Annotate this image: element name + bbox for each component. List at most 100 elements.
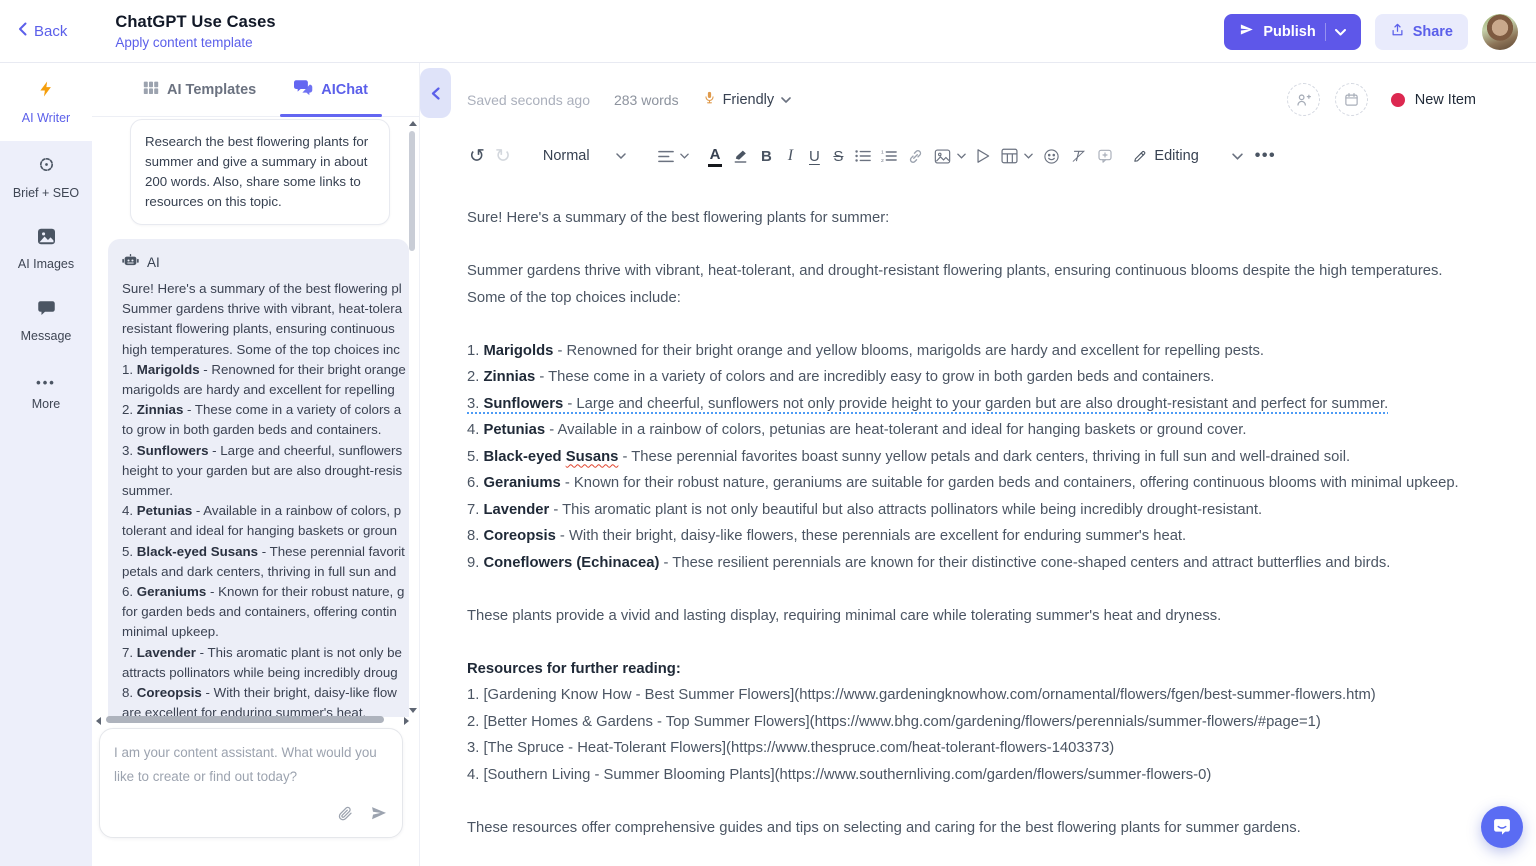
- svg-text:2: 2: [881, 158, 884, 163]
- scroll-thumb[interactable]: [409, 131, 415, 251]
- editor-gap: [467, 311, 1466, 338]
- input-actions: [337, 804, 388, 827]
- rail-item-brief-seo[interactable]: Brief + SEO: [0, 141, 92, 213]
- tab-label: AI Templates: [167, 82, 256, 98]
- scroll-left-arrow[interactable]: [96, 717, 101, 725]
- support-chat-button[interactable]: [1481, 806, 1523, 848]
- share-button[interactable]: Share: [1375, 14, 1468, 50]
- emoji-button[interactable]: [1038, 141, 1065, 171]
- italic-button[interactable]: I: [778, 141, 802, 171]
- user-avatar[interactable]: [1482, 14, 1518, 50]
- table-dropdown[interactable]: [996, 141, 1038, 171]
- chat-line: height to your garden but are also droug…: [108, 461, 409, 481]
- chat-horizontal-scrollbar[interactable]: [96, 715, 409, 725]
- toolbar-more-button[interactable]: •••: [1250, 141, 1281, 171]
- chat-line: 3. Sunflowers - Large and cheerful, sunf…: [108, 441, 409, 461]
- rail-item-ai-images[interactable]: AI Images: [0, 213, 92, 285]
- ai-message-lines: Sure! Here's a summary of the best flowe…: [108, 279, 409, 717]
- comment-button[interactable]: [1092, 141, 1118, 171]
- share-icon: [1390, 22, 1405, 42]
- numbered-list-button[interactable]: 12: [876, 141, 902, 171]
- tab-ai-chat[interactable]: AIChat: [294, 63, 368, 117]
- rail-item-ai-writer[interactable]: AI Writer: [0, 63, 92, 141]
- chevron-down-icon: [1024, 153, 1033, 159]
- left-nav-rail: AI Writer Brief + SEO AI Images Message …: [0, 63, 92, 866]
- mode-chevron[interactable]: [1226, 141, 1250, 171]
- chat-line: high temperatures. Some of the top choic…: [108, 340, 409, 360]
- rail-item-message[interactable]: Message: [0, 285, 92, 357]
- bullet-list-icon: [855, 149, 871, 163]
- chat-line: petals and dark centers, thriving in ful…: [108, 562, 409, 582]
- editing-mode-label: Editing: [1154, 148, 1198, 164]
- rail-item-more[interactable]: ••• More: [0, 357, 92, 429]
- editor-line: 9. Coneflowers (Echinacea) - These resil…: [467, 550, 1466, 577]
- send-icon[interactable]: [369, 804, 388, 827]
- apply-content-template-link[interactable]: Apply content template: [115, 35, 275, 50]
- svg-text:1: 1: [881, 150, 884, 156]
- chat-messages: Research the best flowering plants for s…: [92, 117, 419, 717]
- chevron-down-icon: [680, 153, 689, 159]
- schedule-button[interactable]: [1335, 83, 1368, 116]
- image-dropdown[interactable]: [929, 141, 971, 171]
- editor-top-actions: New Item: [1287, 83, 1476, 116]
- publish-button[interactable]: Publish: [1224, 14, 1360, 50]
- status-dot: [1391, 93, 1405, 107]
- highlight-button[interactable]: [727, 141, 754, 171]
- page-title: ChatGPT Use Cases: [115, 13, 275, 32]
- clear-format-button[interactable]: [1065, 141, 1092, 171]
- chat-vertical-scrollbar[interactable]: [407, 119, 417, 715]
- bullet-list-button[interactable]: [850, 141, 876, 171]
- chevron-down-icon: [616, 153, 626, 159]
- image-icon: [37, 228, 56, 250]
- scroll-up-arrow[interactable]: [409, 121, 417, 126]
- editor-line: 2. [Better Homes & Gardens - Top Summer …: [467, 709, 1466, 736]
- tone-selector[interactable]: Friendly: [703, 89, 792, 111]
- scroll-right-arrow[interactable]: [404, 717, 409, 725]
- new-item-status[interactable]: New Item: [1391, 92, 1476, 108]
- lightning-bolt-icon: [37, 79, 55, 104]
- chat-line: resistant flowering plants, ensuring con…: [108, 319, 409, 339]
- undo-button[interactable]: ↺: [464, 141, 490, 171]
- chevron-down-icon[interactable]: [1335, 24, 1346, 40]
- bold-button[interactable]: B: [754, 141, 778, 171]
- tab-label: AIChat: [321, 82, 368, 98]
- scroll-thumb[interactable]: [106, 716, 384, 723]
- link-button[interactable]: [902, 141, 929, 171]
- chat-line: 8. Coreopsis - With their bright, daisy-…: [108, 683, 409, 703]
- numbered-list-icon: 12: [881, 149, 897, 163]
- tab-ai-templates[interactable]: AI Templates: [143, 63, 256, 117]
- invite-collaborator-button[interactable]: [1287, 83, 1320, 116]
- align-dropdown[interactable]: [653, 141, 694, 171]
- redo-button[interactable]: ↻: [490, 141, 516, 171]
- collapse-panel-button[interactable]: [420, 68, 451, 118]
- underline-button[interactable]: U: [802, 141, 826, 171]
- chevron-down-icon: [781, 97, 791, 103]
- scroll-down-arrow[interactable]: [409, 708, 417, 713]
- tone-label: Friendly: [723, 92, 775, 108]
- user-message: Research the best flowering plants for s…: [130, 119, 390, 225]
- highlighter-icon: [732, 148, 749, 164]
- embed-button[interactable]: [971, 141, 996, 171]
- editor-content[interactable]: Sure! Here's a summary of the best flowe…: [467, 205, 1466, 866]
- text-color-button[interactable]: A: [703, 141, 728, 171]
- editing-mode-dropdown[interactable]: Editing: [1127, 141, 1203, 171]
- editor-line: 7. Lavender - This aromatic plant is not…: [467, 497, 1466, 524]
- ellipsis-icon: •••: [36, 375, 56, 390]
- play-icon: [976, 148, 991, 164]
- chevron-left-icon: [18, 22, 27, 40]
- strikethrough-button[interactable]: S: [826, 141, 850, 171]
- editor-line: These resources offer comprehensive guid…: [467, 815, 1466, 842]
- chat-line: tolerant and ideal for hanging baskets o…: [108, 521, 409, 541]
- table-icon: [1001, 148, 1018, 164]
- editor-line: 1. Marigolds - Renowned for their bright…: [467, 338, 1466, 365]
- template-grid-icon: [143, 80, 159, 100]
- title-block: ChatGPT Use Cases Apply content template: [115, 13, 275, 50]
- paperclip-icon[interactable]: [337, 805, 353, 827]
- back-button[interactable]: Back: [18, 22, 67, 40]
- align-icon: [658, 150, 674, 163]
- chat-input[interactable]: [100, 729, 402, 801]
- paragraph-style-dropdown[interactable]: Normal: [538, 141, 631, 171]
- image-icon: [934, 149, 951, 164]
- calendar-icon: [1344, 92, 1359, 107]
- clear-format-icon: [1070, 148, 1087, 164]
